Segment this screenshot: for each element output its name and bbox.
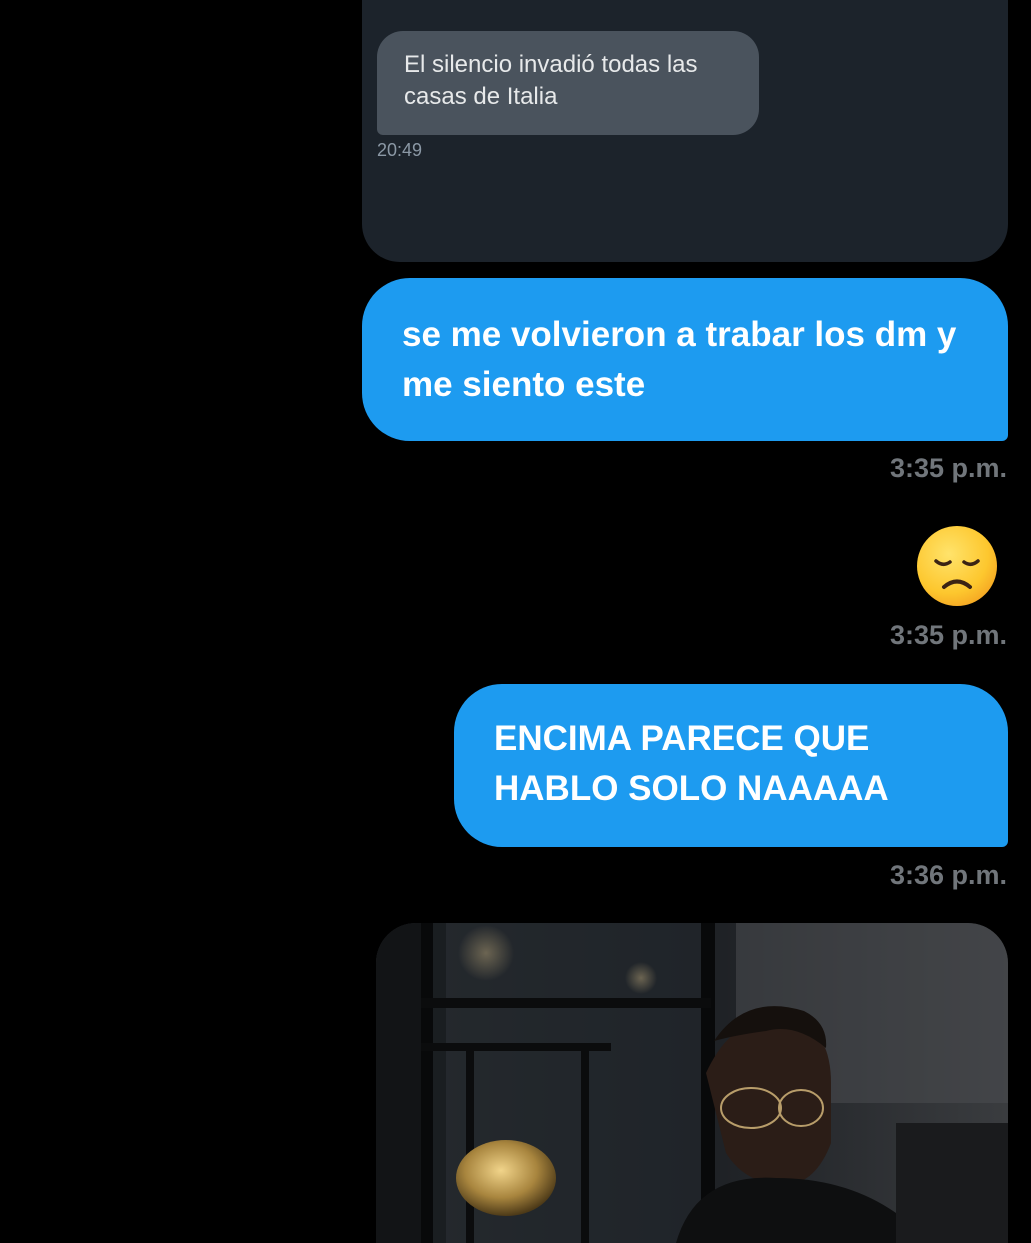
message-timestamp: 3:36 p.m.: [889, 860, 1007, 890]
sent-photo[interactable]: [376, 923, 1008, 1243]
message-timestamp: 3:35 p.m.: [889, 453, 1007, 483]
quoted-message-time: 20:49: [377, 140, 423, 160]
sent-message-bubble[interactable]: se me volvieron a trabar los dm y me sie…: [362, 278, 1008, 441]
message-timestamp: 3:35 p.m.: [889, 620, 1007, 650]
message-text: ENCIMA PARECE QUE HABLO SOLO NAAAAA: [494, 719, 889, 808]
quoted-reply-card[interactable]: El silencio invadió todas las casas de I…: [362, 0, 1008, 262]
message-text: se me volvieron a trabar los dm y me sie…: [402, 315, 957, 404]
photo-image: [376, 923, 1008, 1243]
quoted-message-bubble: El silencio invadió todas las casas de I…: [377, 31, 759, 135]
sent-message-bubble[interactable]: ENCIMA PARECE QUE HABLO SOLO NAAAAA: [454, 684, 1008, 847]
disappointed-face-emoji[interactable]: [916, 525, 998, 607]
quoted-message-text: El silencio invadió todas las casas de I…: [404, 51, 698, 110]
